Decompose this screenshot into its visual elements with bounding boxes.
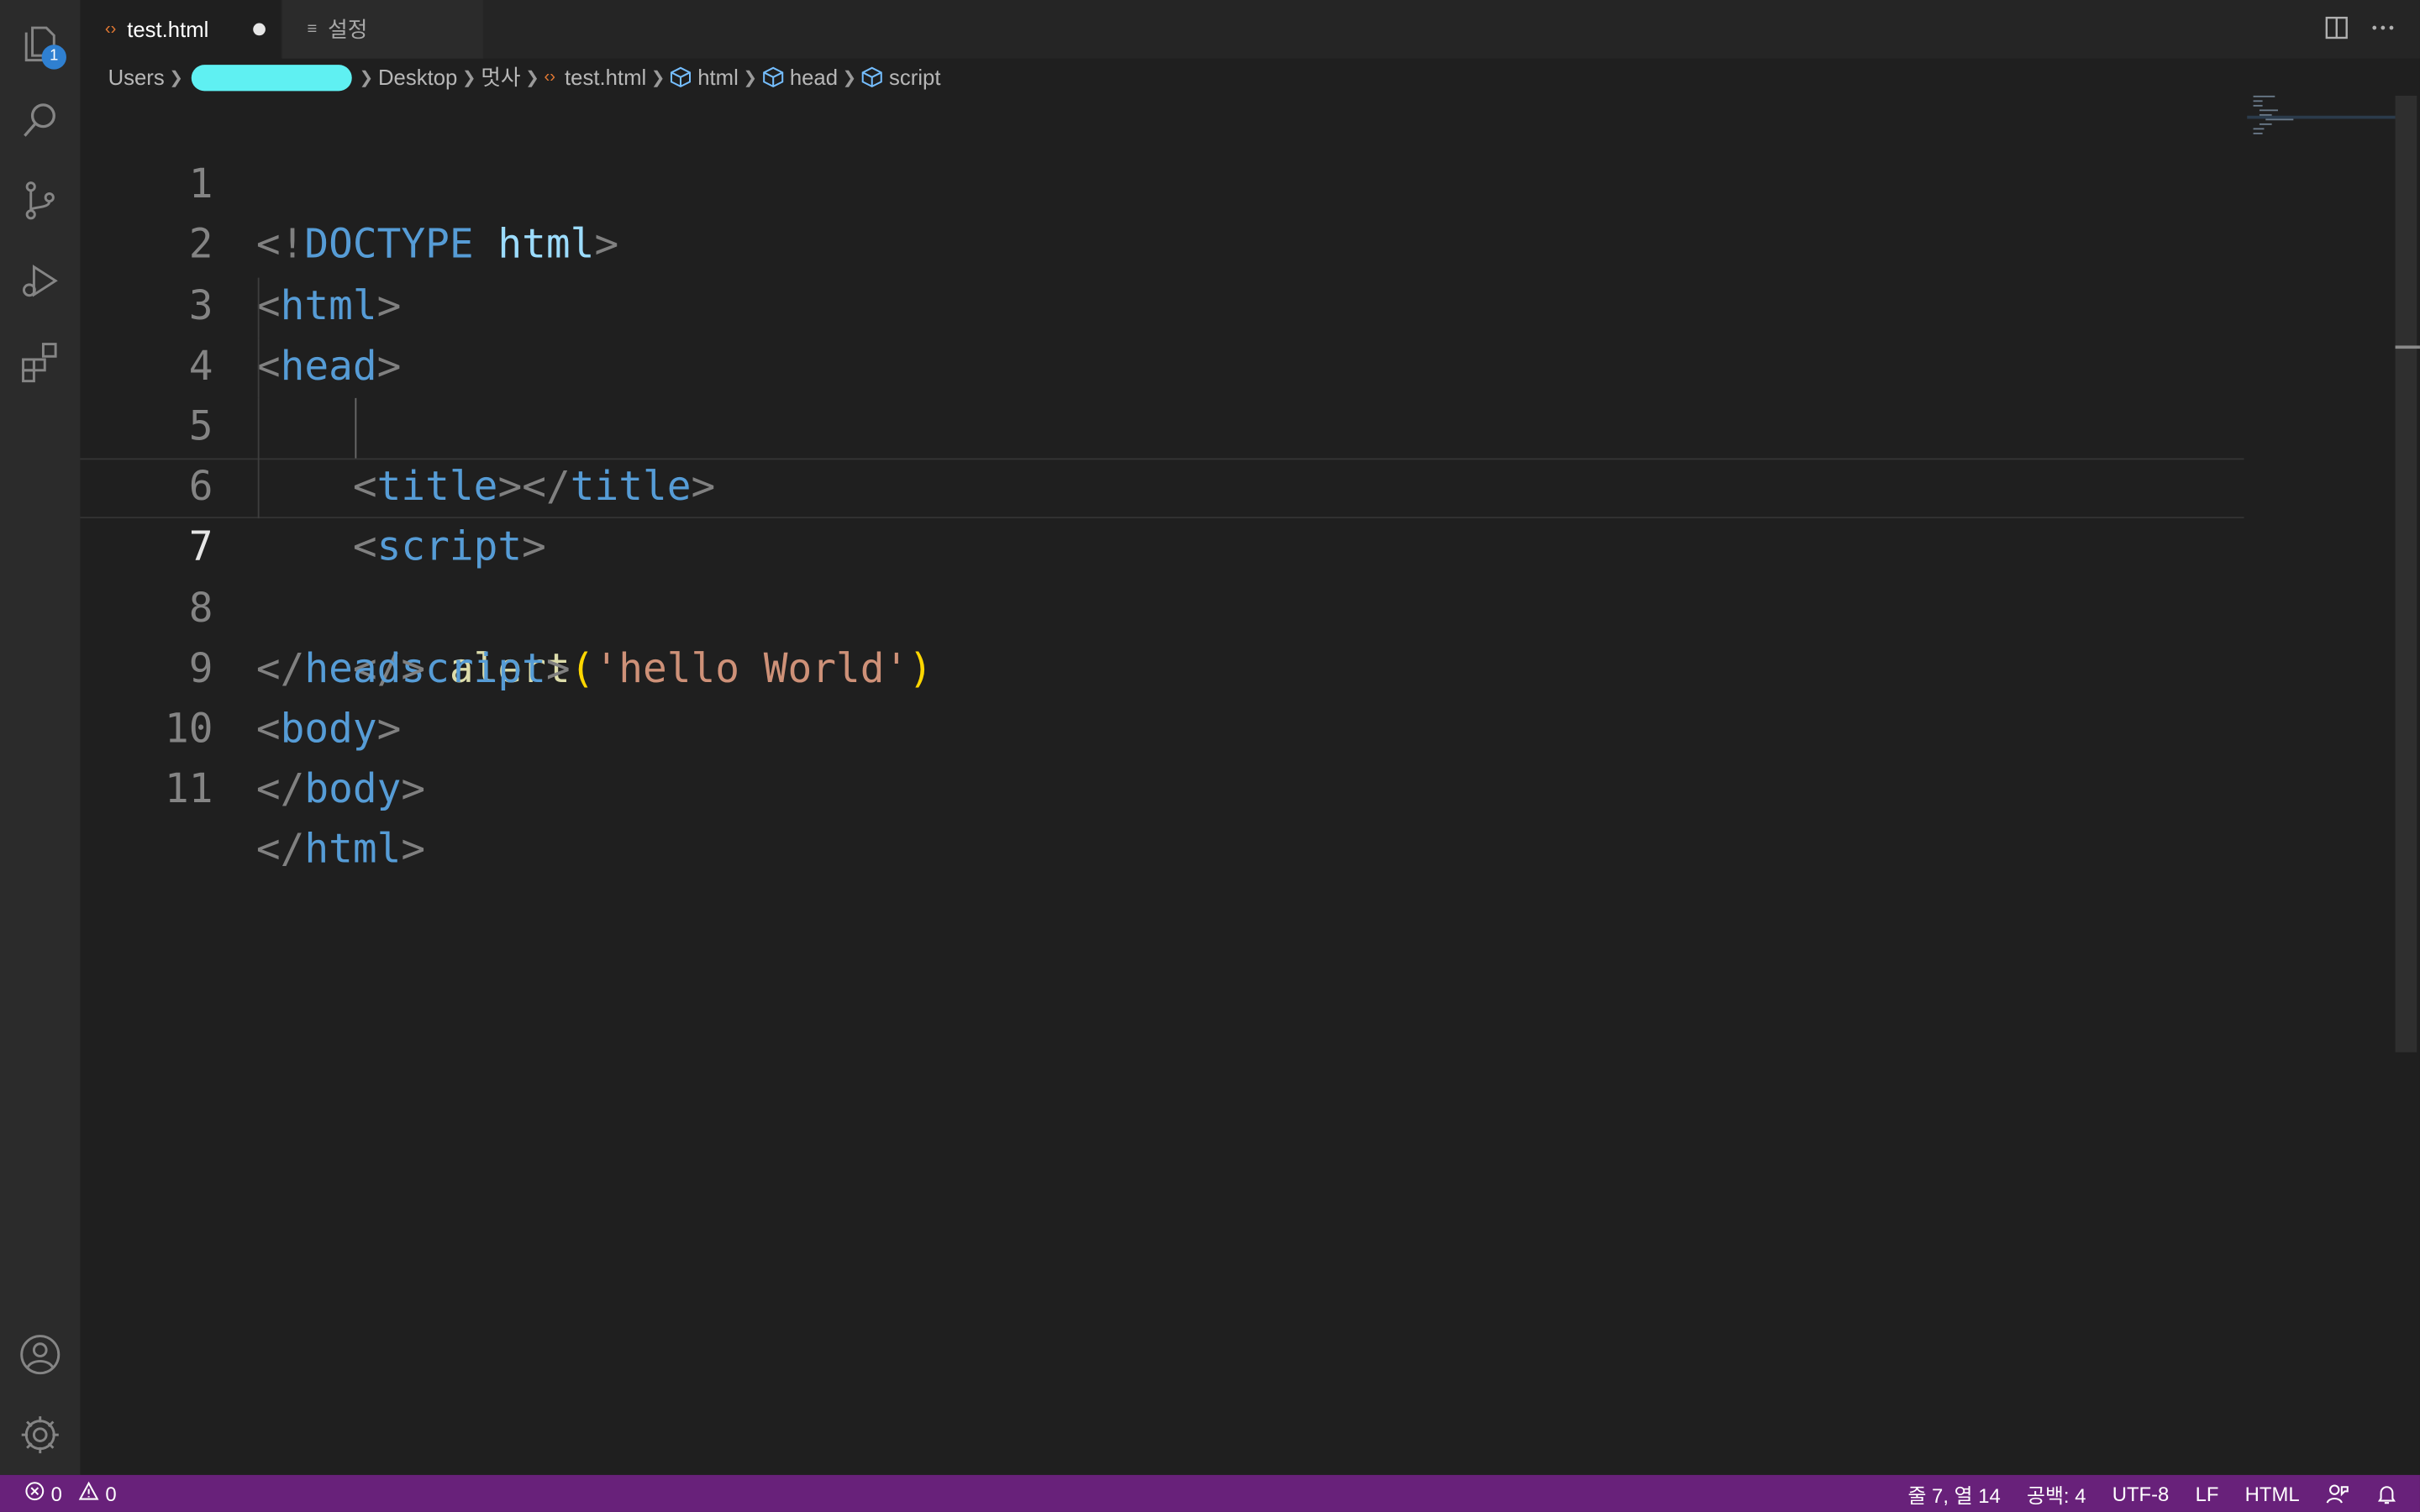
breadcrumb: Users ❯ ❯ Desktop ❯ 멋사 ❯ ‹› test.html ❯ … [108, 61, 941, 92]
html-file-icon: ‹› [104, 19, 117, 39]
symbol-cube-icon [861, 66, 883, 88]
indent-guide [257, 276, 260, 338]
vertical-scrollbar[interactable] [2395, 95, 2417, 1053]
breadcrumb-users[interactable]: Users [108, 65, 165, 89]
code-text: </html> [255, 827, 426, 874]
scrollbar-cursor-marker [2395, 345, 2420, 349]
explorer-icon[interactable]: 1 [0, 3, 81, 77]
account-icon[interactable] [0, 1318, 81, 1392]
code-line[interactable]: 2 <html> [81, 156, 2244, 329]
breadcrumb-head-label: head [789, 65, 839, 90]
tab-settings[interactable]: ≡ 설정 [282, 0, 483, 59]
explorer-badge: 1 [41, 45, 66, 70]
tab-test-html[interactable]: ‹› test.html [80, 0, 281, 59]
breadcrumb-folder[interactable]: 멋사 [481, 61, 520, 92]
line-number: 11 [164, 766, 213, 814]
breadcrumb-file-label: test.html [565, 65, 647, 90]
code-text: </body> [255, 767, 426, 814]
code-line[interactable]: 3 <head> [81, 217, 2244, 390]
code-line[interactable]: 9 <body> [81, 580, 2244, 753]
warning-icon [79, 1481, 99, 1505]
split-editor-icon[interactable] [2324, 14, 2349, 42]
tab-label: test.html [127, 17, 209, 42]
encoding[interactable]: UTF-8 [2112, 1482, 2170, 1505]
activity-bar: 1 [0, 0, 81, 1475]
error-count: 0 [50, 1482, 62, 1505]
indent-guide [257, 458, 260, 519]
breadcrumb-desktop[interactable]: Desktop [378, 65, 457, 89]
breadcrumb-head[interactable]: head [762, 65, 839, 90]
indent-guide [257, 337, 260, 398]
redacted-username [191, 64, 352, 91]
tab-label: 설정 [328, 17, 368, 42]
breadcrumb-html[interactable]: html [670, 65, 739, 90]
extensions-icon[interactable] [0, 324, 81, 398]
feedback-icon[interactable] [2326, 1482, 2349, 1505]
more-actions-icon[interactable] [2370, 14, 2395, 42]
search-icon[interactable] [0, 83, 81, 157]
run-debug-icon[interactable] [0, 244, 81, 318]
vscode-window: 1 ‹› test.html ≡ 설정 Users ❯ ❯ Desktop ❯ … [0, 0, 2420, 1512]
end-of-line[interactable]: LF [2196, 1482, 2219, 1505]
chevron-right-icon: ❯ [842, 68, 857, 87]
code-line[interactable]: 8 </head> [81, 519, 2244, 692]
settings-gear-icon[interactable] [0, 1398, 81, 1472]
code-line[interactable]: 6 alert('hello World') [81, 397, 2244, 692]
code-editor[interactable]: 1 <!DOCTYPE html> 2 <html> 3 <head> 4 <t… [81, 96, 2244, 874]
symbol-cube-icon [670, 66, 692, 88]
chevron-right-icon: ❯ [525, 68, 540, 87]
code-line[interactable]: 11 </html> [81, 701, 2244, 874]
code-line-current[interactable]: 7 </script> [81, 458, 2244, 692]
error-icon [24, 1481, 45, 1505]
cursor-position[interactable]: 줄 7, 열 14 [1907, 1478, 2000, 1508]
breadcrumb-script-label: script [889, 65, 941, 90]
status-right: 줄 7, 열 14 공백: 4 UTF-8 LF HTML [1907, 1475, 2398, 1512]
notifications-bell-icon[interactable] [2375, 1482, 2399, 1505]
source-control-icon[interactable] [0, 164, 81, 238]
code-line[interactable]: 5 <script> [81, 337, 2244, 571]
unsaved-dot-icon[interactable] [253, 23, 266, 36]
language-mode[interactable]: HTML [2245, 1482, 2300, 1505]
breadcrumb-script[interactable]: script [861, 65, 941, 90]
code-line[interactable]: 4 <title></title> [81, 276, 2244, 511]
status-bar: 0 0 줄 7, 열 14 공백: 4 UTF-8 LF HTML [0, 1474, 2420, 1512]
minimap[interactable] [2250, 95, 2396, 142]
tabs-bar: ‹› test.html ≡ 설정 [80, 0, 2420, 59]
symbol-cube-icon [762, 66, 784, 88]
code-line[interactable]: 10 </body> [81, 640, 2244, 813]
chevron-right-icon: ❯ [359, 68, 374, 87]
problems-indicator[interactable]: 0 0 [24, 1475, 117, 1512]
warning-count: 0 [105, 1482, 117, 1505]
editor-actions [2324, 14, 2395, 42]
chevron-right-icon: ❯ [743, 68, 758, 87]
indent-guide [257, 397, 260, 459]
indentation[interactable]: 공백: 4 [2027, 1478, 2086, 1508]
html-file-icon: ‹› [544, 67, 556, 87]
breadcrumb-html-label: html [697, 65, 739, 90]
chevron-right-icon: ❯ [650, 68, 666, 87]
indent-guide-active [355, 397, 357, 459]
chevron-right-icon: ❯ [169, 68, 184, 87]
chevron-right-icon: ❯ [461, 68, 476, 87]
settings-file-icon: ≡ [307, 19, 318, 39]
breadcrumb-file[interactable]: ‹› test.html [544, 65, 647, 89]
code-line[interactable]: 1 <!DOCTYPE html> [81, 96, 2244, 269]
